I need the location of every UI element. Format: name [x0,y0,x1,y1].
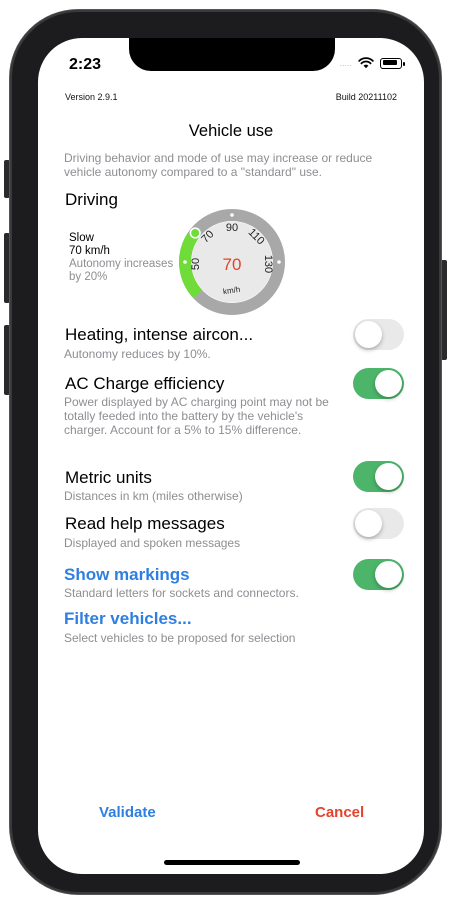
toggle-knob [375,561,402,588]
show-markings-link[interactable]: Show markings [64,565,190,585]
cancel-button[interactable]: Cancel [315,804,364,821]
app-screen: 2:23 ..... Version 2.9.1 Build 20211102 … [38,38,424,874]
autonomy-note: Autonomy increases by 20% [69,258,174,283]
ac-charge-toggle[interactable] [353,368,404,399]
version-row: Version 2.9.1 Build 20211102 [65,92,397,102]
help-messages-title: Read help messages [65,514,225,533]
driving-speed-info: Slow 70 km/h Autonomy increases by 20% [69,232,179,284]
build-label: Build 20211102 [335,92,397,102]
driving-title: Driving [65,190,118,209]
ac-charge-subtitle: Power displayed by AC charging point may… [64,395,329,437]
toggle-knob [375,463,402,490]
heating-toggle[interactable] [353,319,404,350]
gauge-marker-left [183,260,187,264]
page-intro: Driving behavior and mode of use may inc… [64,151,373,179]
cellular-signal-icon: ..... [339,58,352,68]
metric-units-subtitle: Distances in km (miles otherwise) [64,489,243,503]
gauge-tick-130: 130 [262,255,274,273]
filter-vehicles-subtitle: Select vehicles to be proposed for selec… [64,631,296,645]
status-time: 2:23 [69,56,102,73]
heating-title: Heating, intense aircon... [65,325,254,344]
metric-units-title: Metric units [65,468,152,487]
gauge-tick-90: 90 [226,222,238,234]
ac-charge-title: AC Charge efficiency [65,374,225,393]
gauge-marker-right [277,260,281,264]
validate-button[interactable]: Validate [99,804,156,821]
status-icons: ..... [339,57,405,69]
speed-gauge-dial[interactable]: 50 70 90 110 130 70 km/h [179,209,285,315]
gauge-tick-50: 50 [190,258,202,270]
power-button [441,260,447,360]
gauge-current-value: 70 [223,255,242,274]
show-markings-subtitle: Standard letters for sockets and connect… [64,586,299,600]
version-label: Version 2.9.1 [65,92,118,102]
gauge-marker-top [230,213,234,217]
show-markings-toggle[interactable] [353,559,404,590]
notch [129,38,335,71]
toggle-knob [355,510,382,537]
wifi-icon [358,57,374,69]
speed-value: 70 km/h [69,245,110,257]
toggle-knob [375,370,402,397]
battery-icon [380,57,405,69]
metric-units-toggle[interactable] [353,461,404,492]
speed-name: Slow [69,232,94,244]
heating-subtitle: Autonomy reduces by 10%. [64,347,211,361]
filter-vehicles-link[interactable]: Filter vehicles... [64,609,192,629]
help-messages-toggle[interactable] [353,508,404,539]
help-messages-subtitle: Displayed and spoken messages [64,536,241,550]
page-title: Vehicle use [188,122,274,140]
toggle-knob [355,321,382,348]
home-indicator[interactable] [164,860,300,865]
